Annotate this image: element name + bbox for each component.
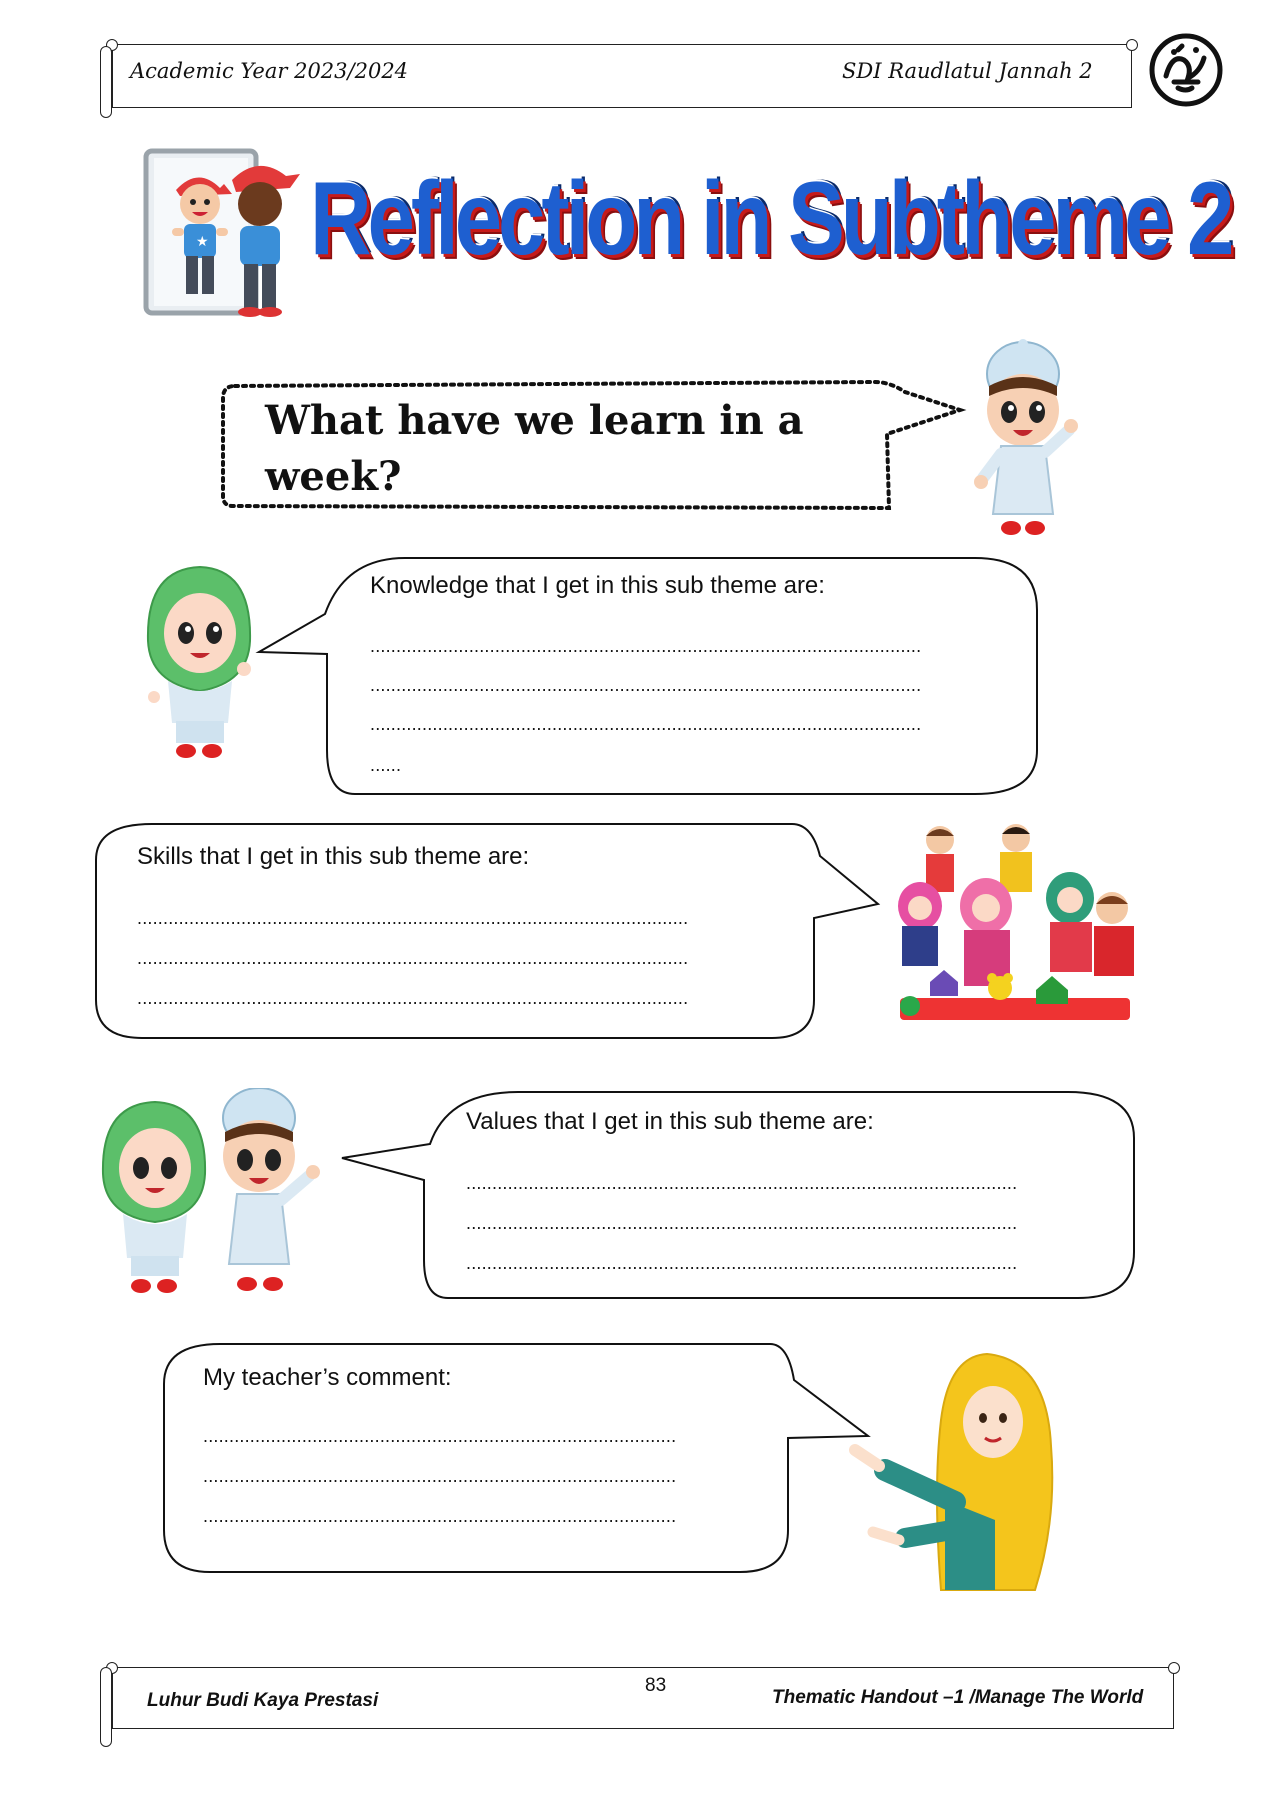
knowledge-line-4[interactable]: ...... (370, 755, 401, 776)
knowledge-line-3[interactable]: ........................................… (370, 714, 994, 735)
values-line-3[interactable]: ........................................… (466, 1253, 1091, 1274)
girl-hijab-illustration (146, 565, 252, 758)
skills-line-3[interactable]: ........................................… (137, 988, 767, 1009)
teacher-line-2[interactable]: ........................................… (203, 1466, 748, 1487)
values-label: Values that I get in this sub theme are: (466, 1108, 874, 1135)
skills-line-1[interactable]: ........................................… (137, 908, 767, 929)
teacher-illustration (849, 1352, 1054, 1591)
page-number: 83 (645, 1675, 667, 1696)
knowledge-line-2[interactable]: ........................................… (370, 675, 994, 696)
academic-year: Academic Year 2023/2024 (130, 59, 409, 83)
school-name: SDI Raudlatul Jannah 2 (842, 59, 1093, 83)
mirror-boy-illustration: ★ (143, 148, 300, 317)
header-roll-left (100, 46, 112, 118)
school-logo (1149, 33, 1223, 107)
knowledge-line-1[interactable]: ........................................… (370, 636, 994, 657)
footer-roll-left (100, 1667, 112, 1747)
page-title: Reflection in Subtheme 2 (310, 161, 1234, 277)
footer-handout-title: Thematic Handout –1 /Manage The World (772, 1687, 1144, 1708)
teacher-line-1[interactable]: ........................................… (203, 1426, 748, 1447)
girl-and-boy-illustration (101, 1088, 320, 1293)
teacher-line-3[interactable]: ........................................… (203, 1506, 748, 1527)
svg-text:★: ★ (196, 234, 209, 250)
values-line-1[interactable]: ........................................… (466, 1173, 1091, 1194)
boy-waving-illustration (974, 339, 1078, 535)
teacher-label: My teacher’s comment: (203, 1364, 452, 1391)
skills-label: Skills that I get in this sub theme are: (137, 843, 530, 870)
skills-line-2[interactable]: ........................................… (137, 948, 767, 969)
footer-motto: Luhur Budi Kaya Prestasi (147, 1690, 379, 1711)
question-text: What have we learn in a week? (265, 397, 804, 500)
knowledge-label: Knowledge that I get in this sub theme a… (370, 572, 825, 599)
kids-playing-illustration (898, 824, 1134, 1020)
values-line-2[interactable]: ........................................… (466, 1213, 1091, 1234)
